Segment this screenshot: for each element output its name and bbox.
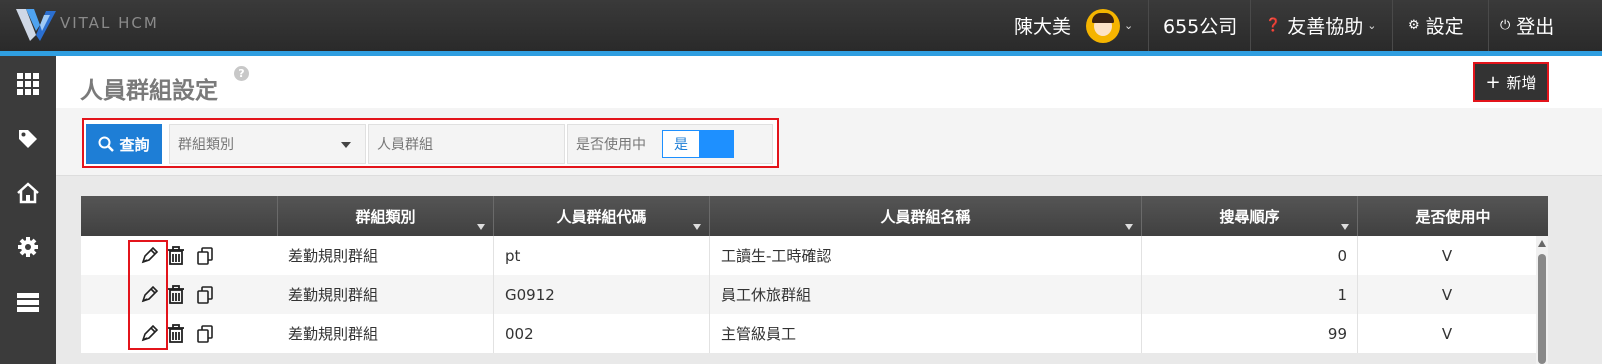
page-header: 人員群組設定 ? + 新增: [56, 56, 1602, 108]
group-name-input[interactable]: 人員群組: [368, 124, 565, 164]
column-header[interactable]: 是否使用中: [1358, 196, 1548, 236]
chevron-down-icon: ⌄: [1124, 19, 1134, 32]
help-label: 友善協助: [1287, 16, 1364, 38]
logout-link[interactable]: ⏻ 登出: [1500, 0, 1554, 51]
sidebar: [0, 56, 56, 364]
column-header[interactable]: 人員群組名稱: [710, 196, 1142, 236]
question-circle-icon: ❓: [1265, 18, 1282, 33]
cell-name: 主管級員工: [710, 314, 1142, 353]
trash-icon[interactable]: [167, 275, 185, 314]
cell-code: G0912: [494, 275, 710, 314]
filter-icon[interactable]: [1125, 224, 1133, 230]
column-header[interactable]: 人員群組代碼: [494, 196, 710, 236]
cell-active: V: [1441, 324, 1453, 343]
in-use-toggle[interactable]: 是: [662, 130, 734, 158]
logo-text: VITAL HCM: [60, 14, 159, 32]
scroll-up-icon[interactable]: [1538, 240, 1546, 247]
power-icon: ⏻: [1500, 18, 1511, 33]
logout-label: 登出: [1516, 16, 1555, 38]
server-list-icon[interactable]: [12, 286, 44, 318]
user-name: 陳大美: [1014, 16, 1072, 38]
copy-icon[interactable]: [196, 275, 214, 314]
cell-order: 99: [1142, 314, 1358, 353]
scroll-thumb[interactable]: [1538, 254, 1546, 364]
cell-type: 差勤規則群組: [278, 275, 494, 314]
toggle-value: 是: [663, 131, 699, 157]
add-button-label: 新增: [1506, 73, 1537, 92]
header-label: 人員群組名稱: [880, 207, 971, 226]
table-row[interactable]: 差勤規則群組 G0912 員工休旅群組 1 V: [81, 275, 1536, 314]
apps-grid-icon[interactable]: [12, 68, 44, 100]
gear-icon: ⚙: [1408, 18, 1420, 33]
header-label: 人員群組代碼: [556, 207, 647, 226]
gear-icon[interactable]: [12, 231, 44, 263]
actions-header: [81, 196, 278, 236]
cell-type: 差勤規則群組: [278, 236, 494, 275]
group-type-placeholder: 群組類別: [178, 137, 234, 153]
filter-icon[interactable]: [693, 224, 701, 230]
help-icon[interactable]: ?: [234, 66, 249, 81]
in-use-label: 是否使用中: [576, 137, 646, 153]
top-bar: VITAL HCM 陳大美 ⌄ 655公司 ❓ 友善協助 ⌄ ⚙ 設定 ⏻ 登出: [0, 0, 1602, 51]
group-type-select[interactable]: 群組類別: [169, 124, 366, 164]
cell-code: pt: [494, 236, 710, 275]
header-label: 群組類別: [355, 207, 416, 226]
header-label: 搜尋順序: [1219, 207, 1280, 226]
cell-active: V: [1441, 246, 1453, 265]
company-selector[interactable]: 655公司: [1163, 0, 1237, 51]
cell-type: 差勤規則群組: [278, 314, 494, 353]
tag-icon[interactable]: [12, 123, 44, 155]
settings-link[interactable]: ⚙ 設定: [1408, 0, 1464, 51]
table-scrollbar[interactable]: [1536, 236, 1548, 364]
column-header[interactable]: 搜尋順序: [1142, 196, 1358, 236]
cell-order: 0: [1142, 236, 1358, 275]
cell-active: V: [1441, 285, 1453, 304]
avatar: [1086, 8, 1120, 43]
table-row[interactable]: 差勤規則群組 002 主管級員工 99 V: [81, 314, 1536, 353]
query-button[interactable]: 查詢: [86, 124, 162, 164]
header-label: 是否使用中: [1415, 207, 1491, 226]
copy-icon[interactable]: [196, 236, 214, 275]
query-label: 查詢: [119, 135, 150, 154]
user-menu[interactable]: ⌄: [1086, 0, 1133, 51]
table-header: 群組類別 人員群組代碼 人員群組名稱 搜尋順序 是否使用中: [81, 196, 1548, 236]
help-menu[interactable]: ❓ 友善協助 ⌄: [1265, 0, 1376, 51]
vital-logo-icon[interactable]: [14, 5, 58, 43]
settings-label: 設定: [1425, 16, 1464, 38]
home-icon[interactable]: [12, 177, 44, 209]
action-icons-highlight: [128, 240, 168, 350]
group-name-placeholder: 人員群組: [377, 137, 433, 153]
page-title: 人員群組設定: [80, 78, 218, 104]
filter-icon[interactable]: [1341, 224, 1349, 230]
copy-icon[interactable]: [196, 314, 214, 353]
table-row[interactable]: 差勤規則群組 pt 工讀生-工時確認 0 V: [81, 236, 1536, 275]
column-header[interactable]: 群組類別: [278, 196, 494, 236]
filter-icon[interactable]: [477, 224, 485, 230]
trash-icon[interactable]: [167, 314, 185, 353]
cell-code: 002: [494, 314, 710, 353]
search-icon: [98, 136, 115, 152]
cell-order: 1: [1142, 275, 1358, 314]
plus-icon: +: [1485, 71, 1501, 93]
trash-icon[interactable]: [167, 236, 185, 275]
add-button[interactable]: + 新增: [1473, 62, 1549, 102]
cell-name: 員工休旅群組: [710, 275, 1142, 314]
chevron-down-icon: ⌄: [1367, 19, 1377, 32]
caret-down-icon: [341, 142, 351, 148]
cell-name: 工讀生-工時確認: [710, 236, 1142, 275]
